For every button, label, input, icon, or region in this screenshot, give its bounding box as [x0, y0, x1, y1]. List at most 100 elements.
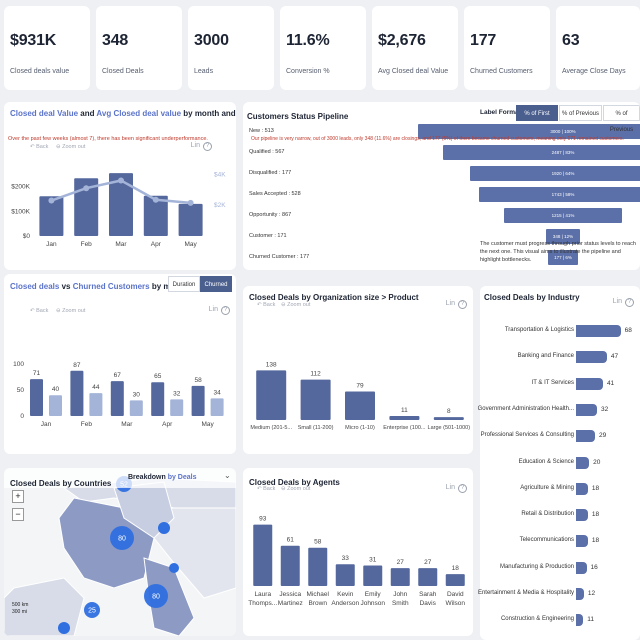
panel-tools[interactable]: Lin? [613, 298, 634, 307]
industry-bar[interactable] [576, 351, 607, 364]
industry-bar[interactable] [576, 614, 584, 627]
industry-label: Professional Services & Consulting [480, 432, 574, 439]
industry-label: IT & IT Services [531, 379, 574, 386]
agent-first-name: Jessica [279, 591, 301, 598]
data-label: 8 [447, 408, 451, 415]
industry-label: Manufacturing & Production [499, 563, 574, 570]
industry-value: 32 [601, 405, 609, 413]
x-tick-label: Jan [46, 241, 57, 248]
org-bar [389, 416, 420, 420]
funnel-bar: 2487 | 83% [442, 145, 640, 160]
funnel-stage-label: Disqualified : 177 [249, 170, 292, 176]
kpi-card: 11.6% Conversion % [280, 6, 366, 90]
pipeline-panel: Customers Status Pipeline New : 513 3000 … [243, 102, 640, 270]
agent-last-name: Thomps... [248, 600, 277, 607]
data-label: 112 [310, 371, 321, 378]
industry-bar[interactable] [576, 482, 588, 495]
x-tick-label: Mar [121, 421, 133, 428]
org-chart: 138 Medium (201-5... 112 Small (11-200) 79 Mi… [250, 361, 471, 431]
agent-last-name: Anderson [331, 600, 359, 607]
breakdown-label: Breakdown by Deals [128, 474, 197, 481]
data-label: 18 [452, 565, 460, 572]
avg-value-point [48, 197, 55, 204]
x-tick-label: Large (501-1000) [428, 425, 471, 431]
industry-value: 18 [591, 511, 600, 519]
funnel-stage-label: Qualified : 567 [249, 149, 285, 155]
agent-last-name: Martinez [278, 600, 303, 607]
org-bar [300, 379, 331, 420]
data-label: 33 [342, 555, 350, 562]
industry-bar[interactable] [576, 561, 587, 574]
agent-first-name: David [447, 591, 464, 598]
agent-first-name: Laura [254, 591, 271, 598]
data-label: 40 [52, 386, 60, 393]
closed-deals-bar [30, 379, 43, 416]
industry-bar[interactable] [576, 403, 598, 416]
funnel-row[interactable]: Qualified : 567 2487 | 83% [243, 143, 640, 163]
x-tick-label: Jan [41, 421, 52, 428]
map-zoom-in-button[interactable]: + [12, 490, 24, 503]
data-label: 93 [259, 516, 267, 523]
kpi-value: 11.6% [286, 32, 330, 49]
industry-label: Transportation & Logistics [504, 327, 574, 333]
bubble-label: 80 [118, 536, 126, 543]
churn-panel: Closed deals vs Churned Customers by mon… [4, 274, 236, 454]
industry-value: 18 [591, 484, 600, 492]
agent-first-name: Sarah [419, 591, 437, 598]
x-tick-label: Apr [162, 421, 173, 428]
churn-chart: 0 50 100 71 40 Jan 87 44 Feb 67 30 Mar 65 32 Apr 58 34 Ma… [13, 361, 224, 428]
y-tick-label: 0 [20, 413, 24, 420]
map-zoom-out-button[interactable]: − [12, 508, 24, 521]
org-bar [256, 370, 287, 420]
kpi-card: $2,676 Avg Closed deal Value [372, 6, 458, 90]
closed-deals-bar [110, 381, 124, 416]
org-bar [433, 417, 464, 420]
funnel-row[interactable]: Sales Accepted : 528 1743 | 58% [243, 185, 640, 205]
industry-bar[interactable] [576, 456, 590, 469]
funnel-stage-label: Customer : 171 [249, 233, 287, 239]
agent-last-name: Wilson [445, 600, 465, 607]
kpi-value: 177 [470, 32, 497, 49]
funnel-row[interactable]: Disqualified : 177 1920 | 64% [243, 164, 640, 184]
kpi-label: Leads [194, 68, 214, 75]
data-label: 71 [33, 370, 41, 377]
format-pct-first[interactable]: % of First [516, 105, 558, 121]
industry-value: 16 [590, 563, 598, 571]
industry-bar[interactable] [576, 430, 596, 443]
closed-value-panel: Closed deal Value and Avg Closed deal va… [4, 102, 236, 270]
format-pct-previous[interactable]: % of Previous [559, 105, 602, 121]
data-label: 11 [401, 407, 408, 414]
kpi-label: Average Close Days [562, 68, 626, 75]
data-label: 79 [356, 383, 364, 390]
y2-tick-label: $4K [214, 171, 226, 178]
agent-last-name: Smith [392, 600, 409, 607]
industry-label: Government Administration Health... [477, 405, 574, 412]
industry-bar[interactable] [576, 325, 621, 337]
closed-deals-bar [151, 382, 165, 416]
y-tick-label: $100K [11, 208, 30, 215]
industry-value: 12 [587, 590, 596, 597]
format-pct-previous-2[interactable]: % of Previous [603, 105, 640, 133]
map-scale: 500 km 300 mi [12, 602, 29, 615]
industry-bar[interactable] [576, 588, 584, 600]
industry-label: Entertainment & Media & Hospitality [477, 590, 574, 596]
agent-last-name: Brown [309, 600, 328, 607]
x-tick-label: Micro (1-10) [345, 425, 375, 431]
churned-bar [49, 395, 62, 416]
industry-value: 18 [591, 537, 600, 545]
x-tick-label: Feb [81, 241, 93, 248]
funnel-row[interactable]: Opportunity : 867 1215 | 41% [243, 206, 640, 226]
chevron-down-icon[interactable]: ⌄ [224, 471, 231, 480]
country-bubble-small [158, 522, 170, 534]
closed-deals-bar [70, 370, 84, 416]
y-tick-label: 50 [17, 387, 25, 394]
industry-label: Construction & Engineering [500, 616, 574, 623]
industry-label: Retail & Distribution [521, 511, 574, 518]
agent-first-name: John [393, 591, 407, 598]
pipeline-note: The customer must progress through prior… [480, 241, 636, 263]
industry-bar[interactable] [576, 535, 588, 548]
industry-bar[interactable] [576, 509, 588, 522]
industry-bar[interactable] [576, 377, 603, 390]
agent-last-name: Johnson [360, 600, 385, 607]
data-label: 65 [154, 373, 162, 380]
